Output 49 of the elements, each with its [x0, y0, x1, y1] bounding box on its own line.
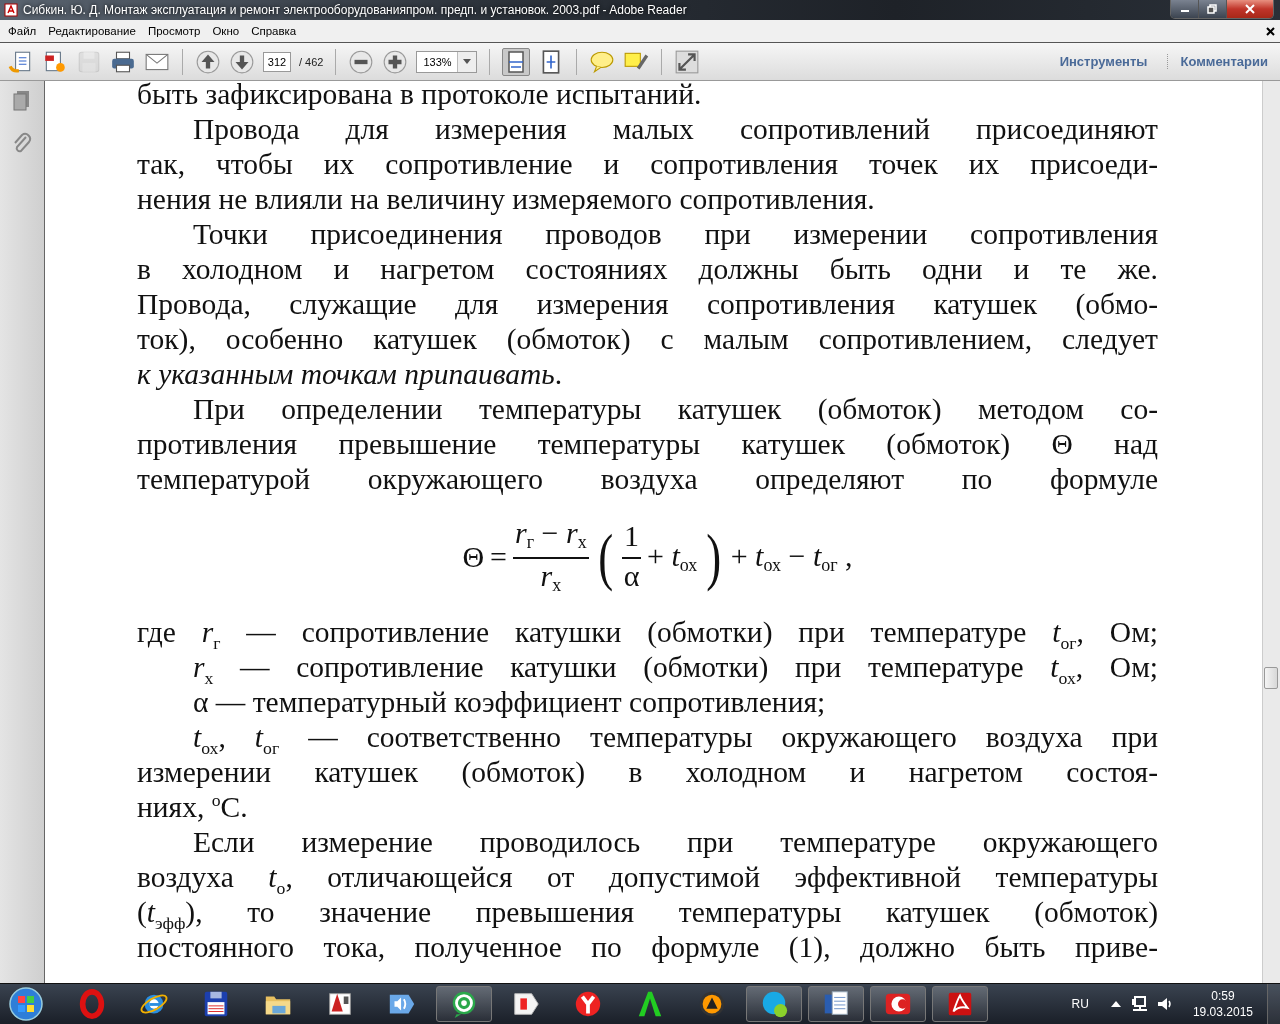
paragraph: быть зафиксирована в протоколе испытаний. [137, 81, 703, 112]
taskbar-button[interactable] [932, 986, 988, 1022]
restore-button[interactable] [1199, 0, 1227, 18]
paragraph: α — температурный коэффициент сопротивления; [192, 685, 827, 720]
page-count: / 462 [299, 55, 324, 68]
zoom-out-icon[interactable] [348, 48, 375, 75]
browser-ball-icon [573, 989, 603, 1019]
window-title: Сибкин. Ю. Д. Монтаж эксплуатация и ремонт электрооборудованияпром. предп. и установок. 2003.pdf - Adobe Reader [23, 3, 688, 17]
menu-item[interactable]: Просмотр [141, 25, 207, 37]
start-button[interactable] [6, 984, 46, 1024]
zoom-in-icon[interactable] [382, 48, 409, 75]
panel-tab[interactable]: Инструменты [1047, 54, 1160, 69]
close-icon[interactable] [1266, 26, 1275, 36]
menu-item[interactable]: Редактирование [42, 25, 142, 37]
menu-item[interactable]: Окно [206, 25, 246, 37]
close-button[interactable] [1227, 0, 1273, 18]
menu-item[interactable]: Файл [2, 25, 43, 37]
zoom-dropdown[interactable]: 133% [416, 50, 478, 73]
restore-icon [1206, 4, 1219, 14]
up-arrow-icon[interactable] [1110, 1001, 1121, 1007]
language-indicator[interactable]: RU [1071, 997, 1089, 1011]
ring-icon [77, 989, 107, 1019]
pdf-icon [4, 3, 18, 17]
fit-page-icon[interactable] [502, 47, 531, 76]
taskbar-button[interactable] [436, 986, 492, 1022]
paragraph: t$_{ох}$, t$_{ог}$ — соответственно температуры окружающего воздуха при измерении катушек (обмоток) в холодном и нагретом состоя- ниях, $^{о}$С. [137, 720, 1158, 825]
caret-icon [463, 59, 472, 64]
paragraph: Точки присоединения проводов при измерении сопротивления в холодном и нагретом состояниях должны быть одни и те же. Провода, служащие для измерения сопротивления катушек (обмо- ток), особенно катушек (обмоток) с малым сопротивлением, следует к указанным точкам припаивать. [137, 217, 1158, 392]
menu-item[interactable]: Справка [245, 25, 303, 37]
clock-time[interactable]: 0:59 [1211, 988, 1235, 1004]
expand-arrows-icon[interactable] [674, 48, 701, 75]
paragraph: Если измерение проводилось при температуре окружающего воздуха t$_{о}$, отличающейся от допустимой эффективной температуры (t$_{эфф}$), то значение превышения температуры катушек (обмоток) постоянного тока, полученное по формуле (1), должно быть приве- [137, 825, 1158, 965]
taskbar-button[interactable] [808, 986, 864, 1022]
minimize-button[interactable] [1171, 0, 1199, 18]
clock-date[interactable]: 19.03.2015 [1192, 1004, 1253, 1020]
paragraph: где r$_{г}$ — сопротивление катушки (обмотки) при температуре t$_{ог}$, Ом; [137, 615, 1158, 650]
panel-tab[interactable]: Комментарии [1167, 54, 1280, 69]
taskbar-button[interactable] [870, 986, 926, 1022]
triangle-circle-icon [697, 989, 727, 1019]
paragraph: r$_{x}$ — сопротивление катушки (обмотки) при температуре t$_{ох}$, Ом; [192, 650, 1158, 685]
close-icon [1244, 4, 1256, 14]
network-icon[interactable] [1130, 996, 1147, 1012]
paragraph: Провода для измерения малых сопротивлений присоединяют так, чтобы их сопротивление и сопротивления точек их присоеди- нения не влияли на величину измеряемого сопротивления. [137, 112, 1158, 217]
scroll-thumb[interactable] [1264, 667, 1278, 689]
paragraph: При определении температуры катушек (обмоток) методом со- противления превышение температуры катушек (обмоток) Θ над температурой окружающего воздуха определяют по формуле [137, 392, 1158, 497]
taskbar-button[interactable] [746, 986, 802, 1022]
page-number-field[interactable]: 312 [263, 51, 291, 72]
scroll-bar[interactable] [1262, 81, 1280, 983]
speaker-icon[interactable] [1156, 996, 1173, 1012]
